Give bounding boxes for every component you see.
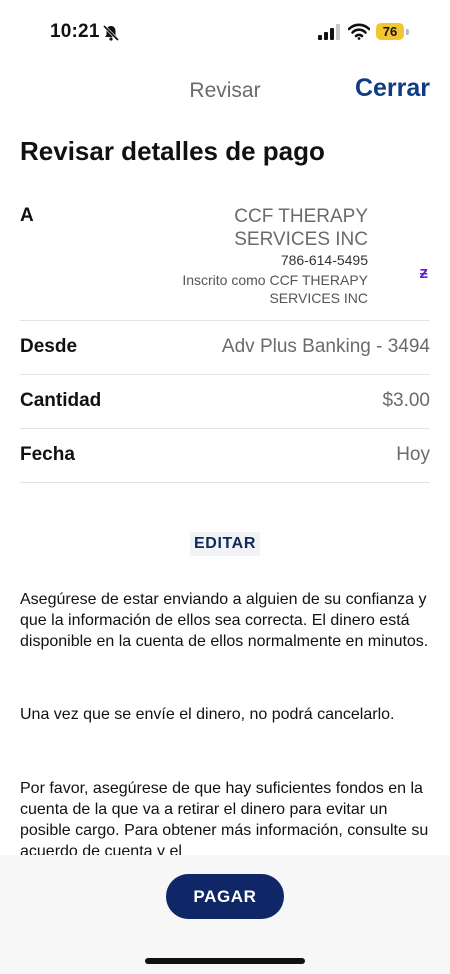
recipient-name: CCF THERAPY SERVICES INC [234, 206, 368, 250]
bell-muted-icon [102, 24, 120, 42]
cellular-signal-icon [318, 24, 340, 40]
home-indicator[interactable] [145, 958, 305, 964]
from-value: Adv Plus Banking - 3494 [221, 336, 430, 357]
date-row: Fecha Hoy [20, 429, 430, 483]
status-bar: 10:21 76 [0, 0, 450, 62]
date-label: Fecha [20, 444, 75, 465]
recipient-enrolled-as: Inscrito como CCF THERAPY SERVICES INC [182, 272, 368, 306]
status-time: 10:21 [50, 21, 100, 42]
from-row: Desde Adv Plus Banking - 3494 [20, 321, 430, 375]
wifi-icon [348, 23, 370, 40]
edit-button-wrap: EDITAR [0, 532, 450, 556]
nav-bar: Revisar Cerrar [0, 62, 450, 122]
battery-icon: 76 [376, 23, 412, 42]
recipient-label: A [20, 205, 34, 226]
recipient-row: A CCF THERAPY SERVICES INC 786-614-5495 … [20, 203, 430, 321]
zelle-icon: ƶ [419, 263, 429, 282]
from-label: Desde [20, 336, 78, 357]
amount-label: Cantidad [20, 390, 102, 411]
recipient-phone: 786-614-5495 [280, 252, 368, 268]
close-button[interactable]: Cerrar [355, 74, 430, 103]
pay-button[interactable]: PAGAR [166, 874, 284, 919]
edit-button[interactable]: EDITAR [190, 532, 260, 556]
battery-tip [406, 29, 409, 35]
battery-level: 76 [376, 23, 404, 40]
page-title: Revisar detalles de pago [20, 136, 325, 166]
disclaimer-funds-paragraph: Por favor, asegúrese de que hay suficien… [20, 780, 429, 860]
date-value: Hoy [396, 444, 430, 465]
disclaimer-cancel-paragraph: Una vez que se envíe el dinero, no podrá… [20, 706, 395, 723]
disclaimer-trust-paragraph: Asegúrese de estar enviando a alguien de… [20, 591, 429, 650]
amount-row: Cantidad $3.00 [20, 375, 430, 429]
amount-value: $3.00 [382, 390, 430, 411]
footer-bar: PAGAR [0, 855, 450, 974]
